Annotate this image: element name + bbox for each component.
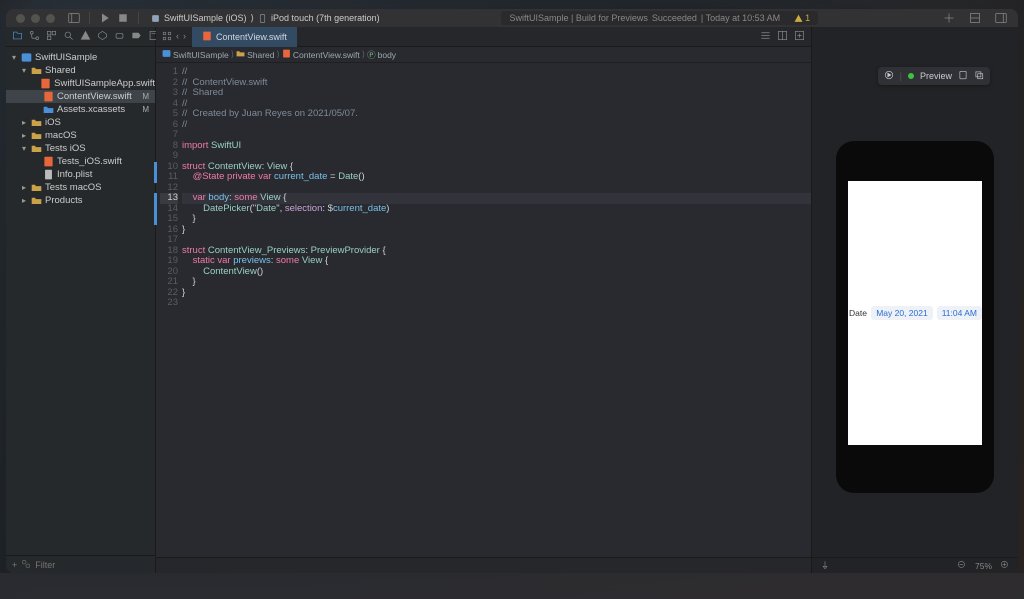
- tree-folder-macos[interactable]: ▸macOS: [6, 129, 155, 142]
- warning-count: 1: [805, 13, 810, 23]
- adjust-editor-icon[interactable]: [777, 30, 788, 43]
- tree-folder-tests-macos[interactable]: ▸Tests macOS: [6, 181, 155, 194]
- navigator-toolbar: [6, 27, 155, 47]
- folder-icon: [236, 49, 245, 60]
- breakpoint-nav-icon[interactable]: [131, 28, 142, 46]
- tree-folder-shared[interactable]: ▾Shared: [6, 64, 155, 77]
- code-content[interactable]: //// ContentView.swift// Shared//// Crea…: [182, 63, 811, 557]
- debug-nav-icon[interactable]: [114, 28, 125, 46]
- code-editor[interactable]: 1234567891011121314151617181920212223 //…: [156, 63, 811, 557]
- sidebar-toggle-icon[interactable]: [68, 12, 80, 24]
- editor-options-icon[interactable]: [760, 30, 771, 43]
- time-pill[interactable]: 11:04 AM: [937, 306, 982, 320]
- date-pill[interactable]: May 20, 2021: [871, 306, 933, 320]
- device-settings-icon[interactable]: [958, 70, 968, 82]
- forward-icon[interactable]: ›: [183, 31, 186, 43]
- tree-file-contentview[interactable]: ContentView.swiftM: [6, 90, 155, 103]
- dock[interactable]: [0, 573, 1024, 599]
- navigator-panel: ▾SwiftUISample ▾Shared SwiftUISampleApp.…: [6, 27, 156, 573]
- symbol-nav-icon[interactable]: [46, 28, 57, 46]
- tree-file-app[interactable]: SwiftUISampleApp.swift: [6, 77, 155, 90]
- close-dot[interactable]: [16, 14, 25, 23]
- editor-area: ‹ › ContentView.swift SwiftUISample⟩ Sha…: [156, 27, 811, 573]
- canvas-footer: 75%: [812, 557, 1018, 573]
- status-result: Succeeded: [652, 13, 697, 23]
- plus-icon[interactable]: [943, 12, 955, 24]
- activity-status[interactable]: SwiftUISample | Build for Previews Succe…: [501, 11, 818, 25]
- project-nav-icon[interactable]: [12, 28, 23, 46]
- editor-footer: [156, 557, 811, 573]
- swift-file-icon: [282, 49, 291, 60]
- jump-bar[interactable]: SwiftUISample⟩ Shared⟩ ContentView.swift…: [156, 47, 811, 63]
- property-icon: Ⓟ: [367, 49, 376, 61]
- issue-nav-icon[interactable]: [80, 28, 91, 46]
- tab-bar: ‹ › ContentView.swift: [156, 27, 811, 47]
- run-icon[interactable]: [99, 12, 111, 24]
- add-target-icon[interactable]: +: [12, 560, 17, 570]
- inspector-toggle-icon[interactable]: [995, 12, 1007, 24]
- tree-folder-ios[interactable]: ▸iOS: [6, 116, 155, 129]
- zoom-in-icon[interactable]: [1000, 560, 1010, 572]
- tree-file-assets[interactable]: Assets.xcassetsM: [6, 103, 155, 116]
- device-screen[interactable]: Date May 20, 2021 11:04 AM: [848, 181, 982, 445]
- swift-file-icon: [202, 31, 212, 43]
- scheme-chevron: ⟩: [251, 13, 255, 24]
- tab-contentview[interactable]: ContentView.swift: [192, 27, 297, 47]
- xcode-window: SwiftUISample (iOS) ⟩ iPod touch (7th ge…: [6, 9, 1018, 573]
- tab-label: ContentView.swift: [216, 32, 287, 42]
- back-icon[interactable]: ‹: [176, 31, 179, 43]
- tree-root[interactable]: ▾SwiftUISample: [6, 51, 155, 64]
- tree-folder-tests-ios[interactable]: ▾Tests iOS: [6, 142, 155, 155]
- scheme-app: SwiftUISample (iOS): [164, 13, 247, 23]
- status-time: | Today at 10:53 AM: [701, 13, 780, 23]
- status-text: SwiftUISample | Build for Previews: [509, 13, 647, 23]
- related-items-icon[interactable]: [162, 31, 172, 43]
- library-icon[interactable]: [969, 12, 981, 24]
- pin-preview-icon[interactable]: [820, 560, 830, 572]
- scheme-selector[interactable]: SwiftUISample (iOS) ⟩ iPod touch (7th ge…: [151, 13, 380, 24]
- datepicker-label: Date: [848, 308, 867, 318]
- live-indicator: [908, 73, 914, 79]
- duplicate-preview-icon[interactable]: [974, 70, 984, 82]
- filter-scope-icon[interactable]: [21, 559, 31, 571]
- project-icon: [162, 49, 171, 60]
- window-controls[interactable]: [6, 14, 65, 23]
- device-frame: Date May 20, 2021 11:04 AM: [836, 141, 994, 493]
- add-editor-icon[interactable]: [794, 30, 805, 43]
- tree-file-info-plist[interactable]: Info.plist: [6, 168, 155, 181]
- warning-badge[interactable]: 1: [794, 13, 810, 23]
- modified-marker: M: [142, 105, 149, 114]
- preview-toolbar: | Preview: [878, 67, 990, 85]
- stop-icon[interactable]: [117, 12, 129, 24]
- tree-file-tests-ios[interactable]: Tests_iOS.swift: [6, 155, 155, 168]
- line-numbers: 1234567891011121314151617181920212223: [160, 63, 182, 557]
- modified-marker: M: [142, 92, 149, 101]
- zoom-dot[interactable]: [46, 14, 55, 23]
- source-control-nav-icon[interactable]: [29, 28, 40, 46]
- navigator-filter-bar: +: [6, 555, 155, 573]
- preview-label: Preview: [920, 71, 952, 81]
- zoom-out-icon[interactable]: [957, 560, 967, 572]
- titlebar: SwiftUISample (iOS) ⟩ iPod touch (7th ge…: [6, 9, 1018, 27]
- filter-input[interactable]: [35, 560, 152, 570]
- tree-folder-products[interactable]: ▸Products: [6, 194, 155, 207]
- live-preview-icon[interactable]: [884, 70, 894, 82]
- test-nav-icon[interactable]: [97, 28, 108, 46]
- preview-canvas: | Preview Date May 20, 2021 11:04 AM: [811, 27, 1018, 573]
- datepicker-row: Date May 20, 2021 11:04 AM: [848, 306, 982, 320]
- zoom-level[interactable]: 75%: [975, 561, 992, 571]
- project-tree[interactable]: ▾SwiftUISample ▾Shared SwiftUISampleApp.…: [6, 47, 155, 555]
- find-nav-icon[interactable]: [63, 28, 74, 46]
- minimize-dot[interactable]: [31, 14, 40, 23]
- scheme-device: iPod touch (7th generation): [271, 13, 380, 23]
